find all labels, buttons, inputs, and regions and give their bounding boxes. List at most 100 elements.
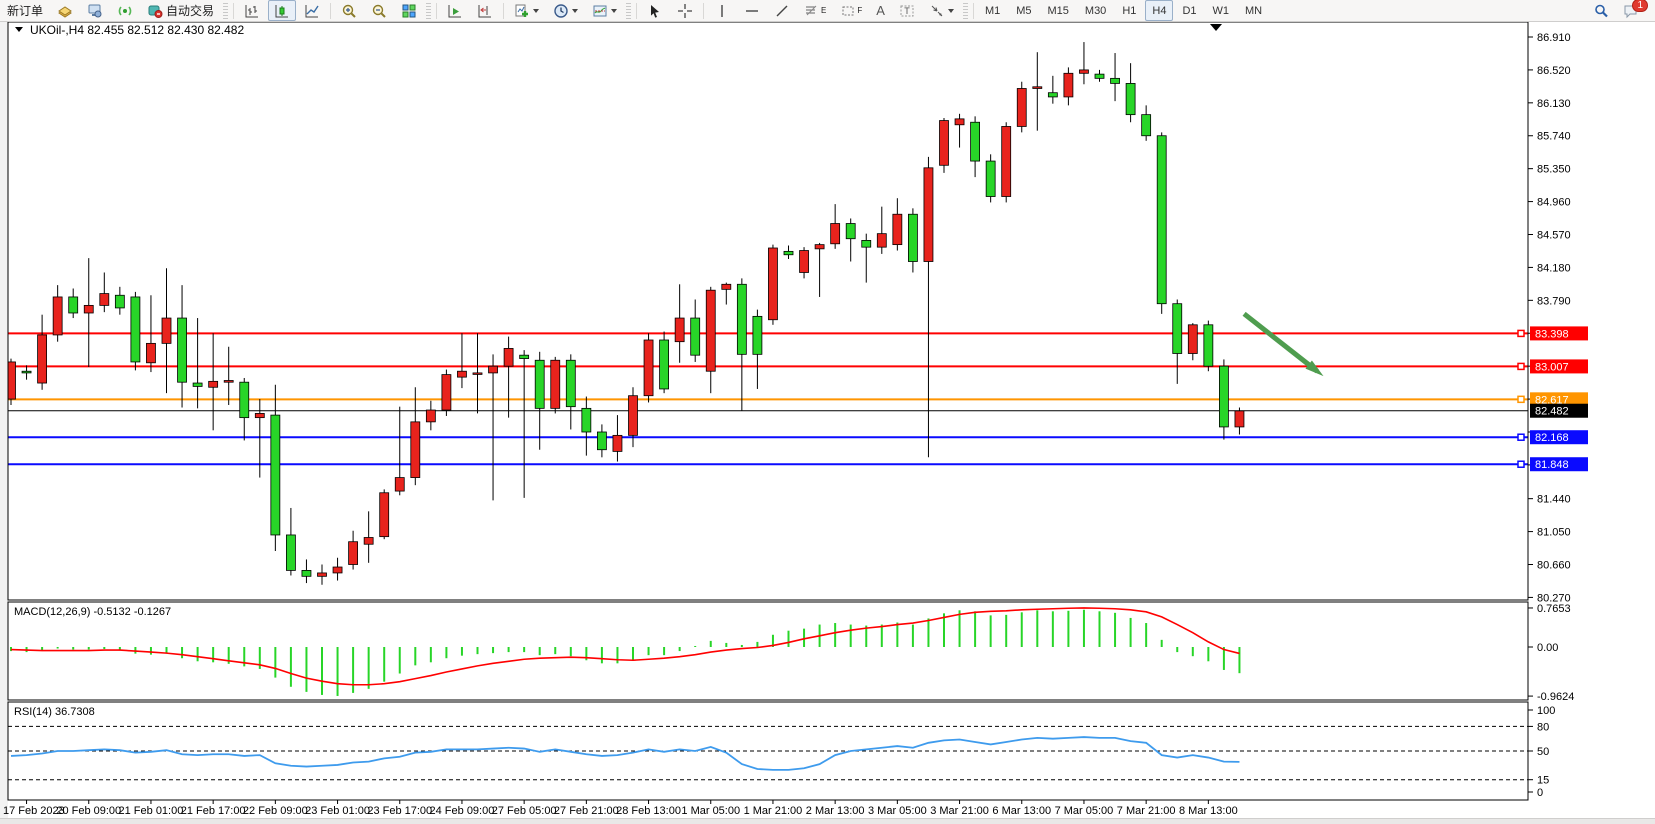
channel-icon: [840, 3, 856, 19]
timeframe-button-w1[interactable]: W1: [1206, 0, 1237, 21]
timeframe-button-m5[interactable]: M5: [1009, 0, 1038, 21]
signal-icon: [117, 3, 133, 19]
fibonacci-sub-letter: E: [821, 6, 826, 15]
candle: [131, 292, 140, 370]
add-indicator-button[interactable]: [508, 0, 545, 21]
price-tick-label: 84.570: [1537, 229, 1571, 241]
macd-label: MACD(12,26,9) -0.5132 -0.1267: [14, 606, 171, 618]
chart-shift-icon: [477, 3, 493, 19]
chevron-down-icon: [533, 9, 539, 13]
signals-button[interactable]: [111, 0, 139, 21]
channel-tool-button[interactable]: F: [834, 0, 868, 21]
hline-handle[interactable]: [1518, 330, 1524, 336]
timeframe-button-m30[interactable]: M30: [1078, 0, 1113, 21]
candle: [1204, 321, 1213, 372]
line-chart-mode-button[interactable]: [298, 0, 326, 21]
time-tick-label: 21 Feb 01:00: [119, 805, 184, 817]
mql-editor-button[interactable]: [51, 0, 79, 21]
horizontal-line-icon: [744, 3, 760, 19]
periods-button[interactable]: [547, 0, 584, 21]
candle: [660, 332, 669, 394]
vertical-line-tool-button[interactable]: [708, 0, 736, 21]
price-tick-label: 84.180: [1537, 262, 1571, 274]
timeframe-button-h4[interactable]: H4: [1145, 0, 1173, 21]
hline-price-label: 82.168: [1535, 432, 1569, 444]
timeframe-button-mn[interactable]: MN: [1238, 0, 1269, 21]
price-tick-label: 81.050: [1537, 527, 1571, 539]
chevron-down-icon: [611, 9, 617, 13]
rsi-tick-label: 50: [1537, 746, 1549, 758]
candle: [551, 357, 560, 414]
auto-scroll-button[interactable]: [441, 0, 469, 21]
hline-handle[interactable]: [1518, 396, 1524, 402]
new-order-button[interactable]: 新订单: [1, 0, 49, 21]
line-chart-icon: [304, 3, 320, 19]
time-tick-label: 24 Feb 09:00: [430, 805, 495, 817]
macd-tick-label: -0.9624: [1537, 691, 1574, 703]
text-label-icon: T: [899, 3, 915, 19]
channel-sub-letter: F: [857, 6, 862, 15]
chart-shift-button[interactable]: [471, 0, 499, 21]
time-tick-label: 21 Feb 17:00: [181, 805, 246, 817]
svg-text:T: T: [904, 6, 910, 16]
trendline-tool-button[interactable]: [768, 0, 796, 21]
templates-button[interactable]: [586, 0, 623, 21]
timeframe-button-d1[interactable]: D1: [1175, 0, 1203, 21]
rsi-tick-label: 100: [1537, 705, 1555, 717]
fibonacci-tool-button[interactable]: E: [798, 0, 832, 21]
zoom-in-icon: [341, 3, 357, 19]
chart-symbol-title: UKOil-,H4 82.455 82.512 82.430 82.482: [30, 23, 244, 37]
hline-handle[interactable]: [1518, 363, 1524, 369]
autotrade-button[interactable]: 自动交易: [141, 0, 220, 21]
text-tool-button[interactable]: A: [870, 0, 891, 21]
price-tick-label: 84.960: [1537, 197, 1571, 209]
chevron-down-icon: [572, 9, 578, 13]
zoom-out-button[interactable]: [365, 0, 393, 21]
candle: [768, 245, 777, 325]
chat-button[interactable]: 1: [1617, 0, 1645, 21]
price-tick-label: 85.740: [1537, 131, 1571, 143]
price-tick-label: 86.130: [1537, 98, 1571, 110]
price-tick-label: 83.790: [1537, 295, 1571, 307]
timeframe-button-m15[interactable]: M15: [1041, 0, 1076, 21]
candle: [986, 154, 995, 202]
chart-window: UKOil-,H4 82.455 82.512 82.430 82.482 86.…: [0, 0, 1655, 823]
chat-badge: 1: [1632, 0, 1648, 12]
market-watch-button[interactable]: [81, 0, 109, 21]
text-label-tool-button[interactable]: T: [893, 0, 921, 21]
horizontal-line-tool-button[interactable]: [738, 0, 766, 21]
hline-handle[interactable]: [1518, 434, 1524, 440]
time-tick-label: 3 Mar 21:00: [930, 805, 989, 817]
search-button[interactable]: [1587, 0, 1615, 21]
autotrade-icon: [147, 3, 163, 19]
candle-chart-mode-button[interactable]: [268, 0, 296, 21]
text-tool-icon: A: [876, 3, 885, 18]
timeframe-button-m1[interactable]: M1: [978, 0, 1007, 21]
bar-chart-mode-button[interactable]: [238, 0, 266, 21]
time-tick-label: 22 Feb 09:00: [243, 805, 308, 817]
tile-windows-icon: [401, 3, 417, 19]
timeframe-button-h1[interactable]: H1: [1115, 0, 1143, 21]
time-tick-label: 6 Mar 13:00: [992, 805, 1051, 817]
candle: [1017, 82, 1026, 133]
crosshair-icon: [677, 3, 693, 19]
candle: [442, 370, 451, 416]
zoom-in-button[interactable]: [335, 0, 363, 21]
hline-handle[interactable]: [1518, 461, 1524, 467]
auto-scroll-icon: [447, 3, 463, 19]
crosshair-tool-button[interactable]: [671, 0, 699, 21]
terminal-icon: [87, 3, 103, 19]
main-toolbar: 新订单 自动交易: [0, 0, 1655, 22]
price-tick-label: 86.910: [1537, 32, 1571, 44]
arrows-tool-button[interactable]: [923, 0, 960, 21]
macd-tick-label: 0.7653: [1537, 603, 1571, 615]
rsi-tick-label: 80: [1537, 721, 1549, 733]
chevron-down-icon: [948, 9, 954, 13]
tile-windows-button[interactable]: [395, 0, 423, 21]
macd-tick-label: 0.00: [1537, 642, 1558, 654]
time-tick-label: 23 Feb 17:00: [367, 805, 432, 817]
cursor-tool-button[interactable]: [641, 0, 669, 21]
candle-chart-icon: [274, 3, 290, 19]
time-tick-label: 7 Mar 05:00: [1055, 805, 1114, 817]
price-tick-label: 86.520: [1537, 65, 1571, 77]
